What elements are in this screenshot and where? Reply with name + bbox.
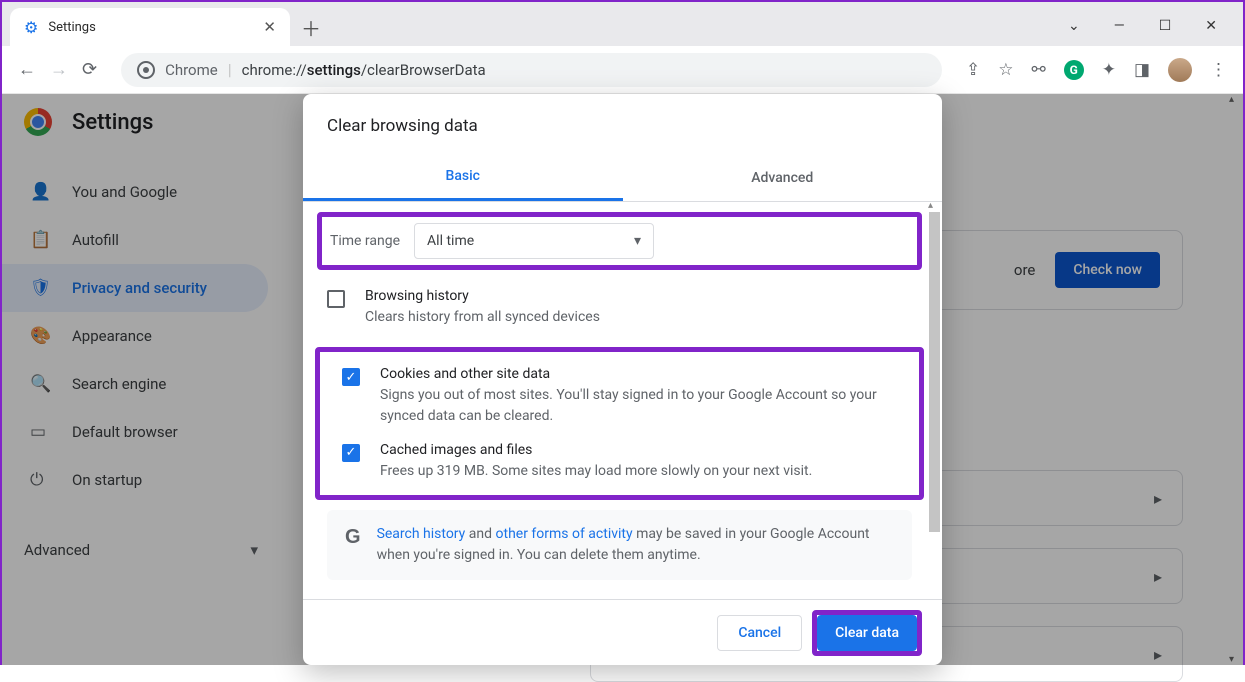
google-g-icon: G [345, 526, 361, 549]
forward-button[interactable]: → [50, 59, 68, 80]
window-titlebar: ⚙ Settings ✕ ＋ ⌄ ― ☐ ✕ [2, 2, 1243, 46]
time-range-select[interactable]: All time ▾ [414, 223, 654, 259]
checkbox-title: Cached images and files [380, 442, 812, 458]
omnibox-divider: | [228, 60, 232, 79]
search-history-link[interactable]: Search history [377, 526, 466, 542]
extension-linkring-icon[interactable]: ⚯ [1031, 60, 1045, 80]
page-viewport: Settings 👤You and Google 📋Autofill 🛡Priv… [2, 94, 1243, 665]
scrollbar-thumb[interactable] [929, 212, 940, 532]
kebab-menu-icon[interactable]: ⋮ [1210, 60, 1227, 80]
gear-icon: ⚙ [24, 18, 38, 37]
dialog-footer: Cancel Clear data [303, 599, 942, 665]
profile-avatar[interactable] [1168, 58, 1192, 82]
extensions-puzzle-icon[interactable]: ✦ [1102, 60, 1116, 80]
sidepanel-icon[interactable]: ◨ [1134, 60, 1150, 80]
other-activity-link[interactable]: other forms of activity [496, 526, 633, 542]
checkbox-row-cookies[interactable]: ✓ Cookies and other site data Signs you … [330, 358, 909, 434]
checkbox-desc: Signs you out of most sites. You'll stay… [380, 385, 897, 426]
minimize-icon[interactable]: ― [1114, 18, 1125, 34]
highlighted-checkbox-group: ✓ Cookies and other site data Signs you … [315, 347, 924, 500]
omnibox-url: chrome://settings/clearBrowserData [242, 61, 486, 79]
tab-title: Settings [48, 20, 253, 35]
checkbox-checked[interactable]: ✓ [342, 444, 360, 462]
checkbox-desc: Clears history from all synced devices [365, 307, 600, 327]
maximize-icon[interactable]: ☐ [1159, 18, 1172, 34]
bookmark-icon[interactable]: ☆ [998, 60, 1013, 80]
cancel-button[interactable]: Cancel [717, 615, 802, 651]
clear-data-highlight: Clear data [812, 610, 922, 656]
dialog-body: Time range All time ▾ Browsing history C… [303, 202, 942, 599]
window-controls: ⌄ ― ☐ ✕ [1068, 18, 1243, 46]
checkbox-checked[interactable]: ✓ [342, 368, 360, 386]
checkbox-row-cached[interactable]: ✓ Cached images and files Frees up 319 M… [330, 434, 909, 489]
dialog-tabs: Basic Advanced [303, 154, 942, 202]
info-box: G Search history and other forms of acti… [327, 510, 912, 580]
omnibox-product: Chrome [165, 61, 218, 79]
chrome-icon [137, 61, 155, 79]
browser-toolbar: ← → ⟳ Chrome | chrome://settings/clearBr… [2, 46, 1243, 94]
share-icon[interactable]: ⇪ [966, 60, 980, 80]
checkbox-title: Cookies and other site data [380, 366, 897, 382]
checkbox-unchecked[interactable] [327, 290, 345, 308]
time-range-value: All time [427, 233, 474, 249]
address-bar[interactable]: Chrome | chrome://settings/clearBrowserD… [121, 53, 942, 87]
time-range-label: Time range [330, 233, 400, 249]
clear-browsing-data-dialog: Clear browsing data Basic Advanced Time … [303, 94, 942, 665]
toolbar-actions: ⇪ ☆ ⚯ G ✦ ◨ ⋮ [966, 58, 1227, 82]
close-window-icon[interactable]: ✕ [1205, 18, 1217, 34]
tab-basic[interactable]: Basic [303, 154, 623, 201]
new-tab-button[interactable]: ＋ [294, 10, 328, 44]
close-tab-icon[interactable]: ✕ [263, 18, 276, 36]
info-text: Search history and other forms of activi… [377, 524, 894, 566]
time-range-row: Time range All time ▾ [317, 212, 922, 270]
browser-tab[interactable]: ⚙ Settings ✕ [10, 8, 290, 46]
dialog-scrollbar[interactable] [926, 202, 942, 464]
checkbox-title: Browsing history [365, 288, 600, 304]
checkbox-row-browsing-history[interactable]: Browsing history Clears history from all… [303, 276, 936, 339]
dialog-title: Clear browsing data [303, 94, 942, 154]
clear-data-button[interactable]: Clear data [817, 615, 917, 651]
back-button[interactable]: ← [18, 59, 36, 80]
dropdown-icon: ▾ [634, 233, 641, 249]
reload-button[interactable]: ⟳ [82, 59, 97, 80]
checkbox-desc: Frees up 319 MB. Some sites may load mor… [380, 461, 812, 481]
grammarly-icon[interactable]: G [1064, 60, 1084, 80]
tab-advanced[interactable]: Advanced [623, 154, 943, 201]
chevron-down-icon[interactable]: ⌄ [1068, 18, 1080, 34]
